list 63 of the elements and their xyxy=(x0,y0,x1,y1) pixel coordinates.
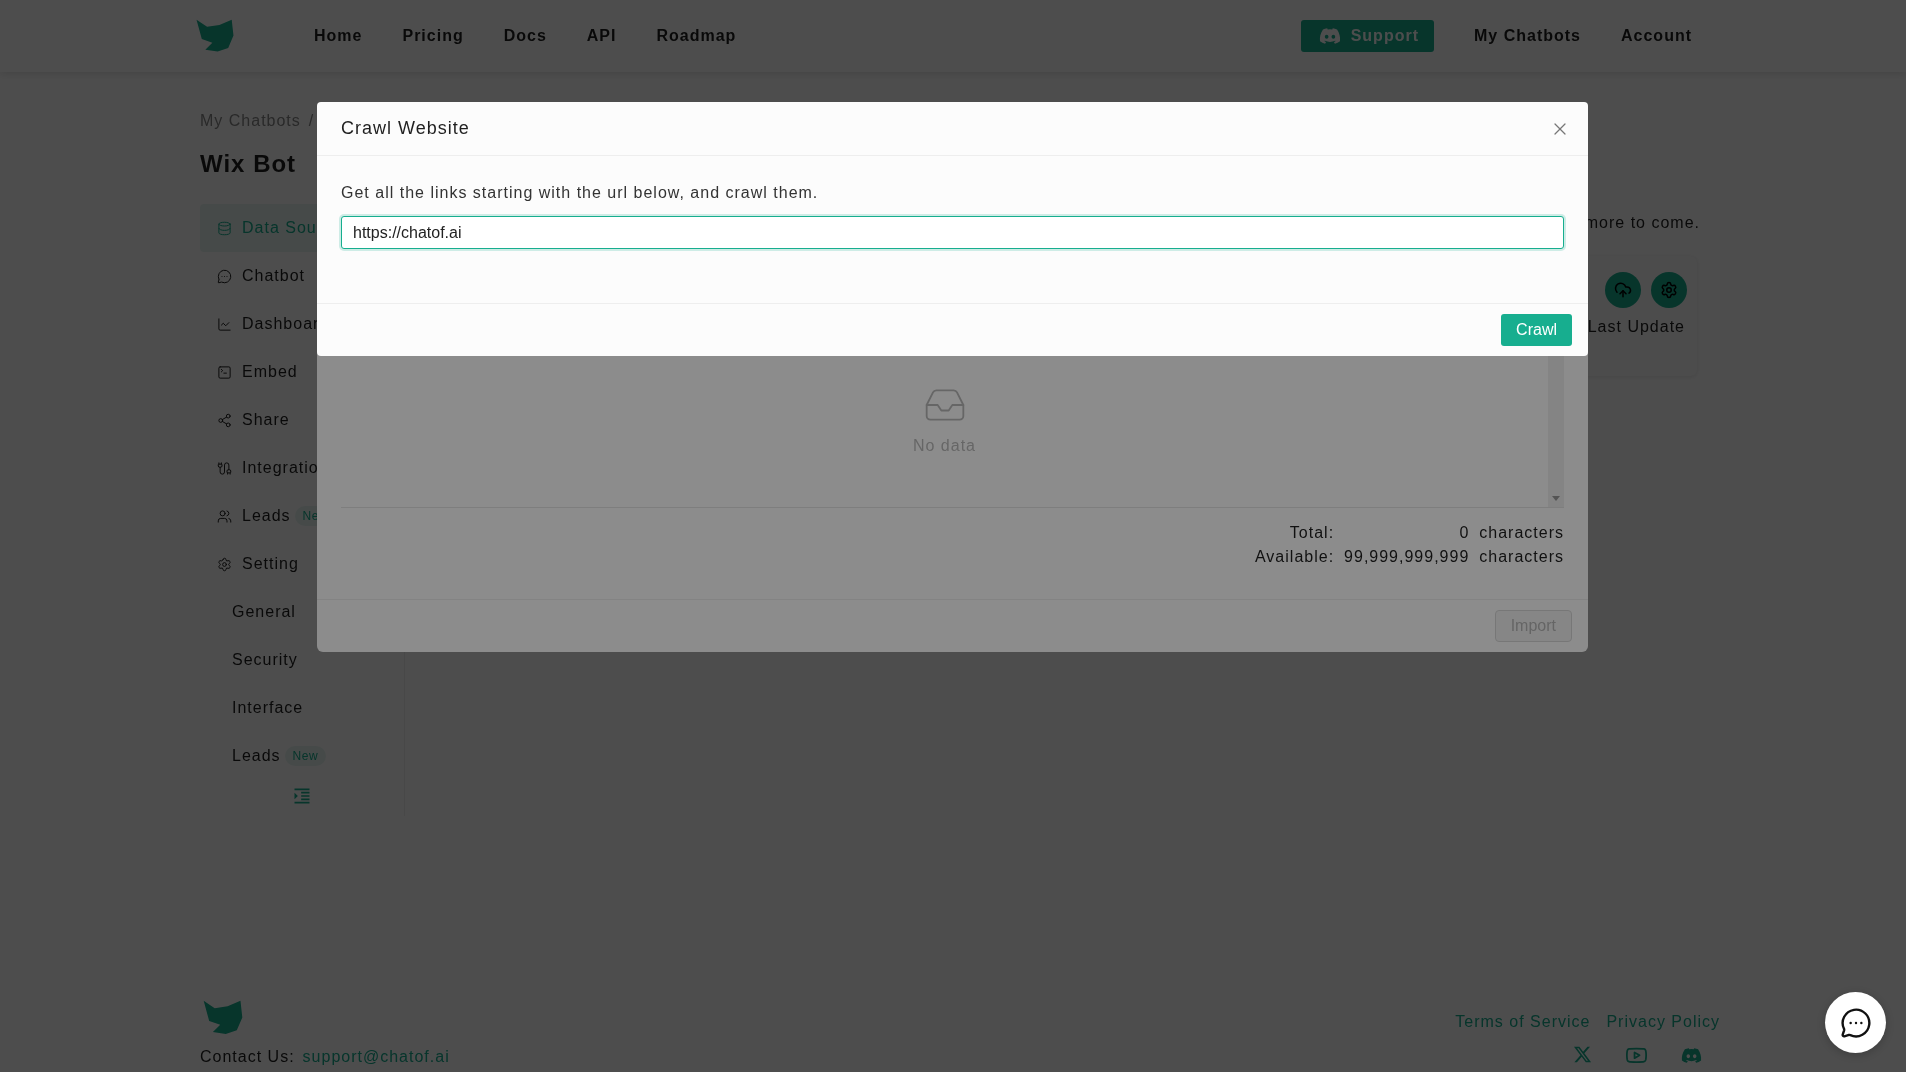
sidebar-item-label: Setting xyxy=(242,555,299,573)
dialog-title: Crawl Website xyxy=(341,118,470,139)
sidebar-item-label: Dashboar xyxy=(242,315,320,333)
new-badge: New xyxy=(284,746,327,766)
collapse-sidebar-button[interactable] xyxy=(292,786,312,806)
sidebar-item-icon xyxy=(217,460,232,476)
contact-label: Contact Us: xyxy=(200,1048,295,1066)
sidebar-item-icon xyxy=(217,268,232,284)
nav-link[interactable]: Pricing xyxy=(402,27,464,45)
footer-link[interactable]: Terms of Service xyxy=(1455,1013,1591,1031)
total-label: Available: xyxy=(1255,548,1335,566)
dialog-description: Get all the links starting with the url below, and crawl them. xyxy=(341,184,820,202)
sidebar-item[interactable]: Setting xyxy=(200,540,404,588)
sidebar-item[interactable]: Integratio xyxy=(200,444,404,492)
sidebar-item[interactable]: Share xyxy=(200,396,404,444)
upload-button[interactable] xyxy=(1605,272,1641,308)
crawl-button[interactable]: Crawl xyxy=(1501,314,1572,346)
video-play-icon[interactable] xyxy=(1626,1045,1647,1066)
page-title: Wix Bot xyxy=(200,150,298,179)
total-unit: characters xyxy=(1479,524,1564,542)
sidebar-item-label: Leads xyxy=(232,747,281,765)
nav-link[interactable]: Account xyxy=(1621,27,1692,45)
sidebar-item-icon xyxy=(217,508,232,524)
nav-link[interactable]: Docs xyxy=(503,27,547,45)
cloud-upload-icon xyxy=(1614,281,1632,299)
sidebar-item-label: Interface xyxy=(232,699,304,717)
settings-button[interactable] xyxy=(1651,272,1687,308)
total-label: Total: xyxy=(1288,524,1335,542)
sidebar-item-icon xyxy=(217,316,232,332)
nav-link[interactable]: API xyxy=(586,27,617,45)
total-value: 0 xyxy=(1458,524,1470,542)
sidebar-item-label: Chatbot xyxy=(242,267,306,285)
total-value: 99,999,999,999 xyxy=(1344,548,1470,566)
nav-link[interactable]: Home xyxy=(314,27,363,45)
sidebar-item-icon xyxy=(217,364,232,380)
sidebar-item-label: Security xyxy=(232,651,298,669)
sidebar-item[interactable]: Embed xyxy=(200,348,404,396)
email-link[interactable]: support@chatof.ai xyxy=(302,1048,450,1066)
sidebar-item-label: Share xyxy=(242,411,290,429)
gamepad-logo-icon[interactable] xyxy=(1681,1045,1702,1066)
sidebar-item[interactable]: Dashboar xyxy=(200,300,404,348)
chat-bubble-icon xyxy=(1839,1006,1872,1039)
sidebar-item-label: Data Sou xyxy=(242,219,317,237)
sidebar-item-icon xyxy=(217,220,232,236)
sidebar-item-icon xyxy=(217,412,232,428)
sidebar-subitem[interactable]: Leads New xyxy=(200,732,404,780)
sidebar-item-label: Integratio xyxy=(242,459,319,477)
card-label: Last Update xyxy=(1587,318,1685,336)
breadcrumb-separator: / xyxy=(308,112,315,130)
sidebar-item-label: Leads xyxy=(242,507,291,525)
nav-link[interactable]: Roadmap xyxy=(656,27,737,45)
sidebar-subitem[interactable]: Interface xyxy=(200,684,404,732)
support-button[interactable]: Support xyxy=(1300,20,1434,52)
footer-link[interactable]: Privacy Policy xyxy=(1606,1013,1720,1031)
nav-link[interactable]: My Chatbots xyxy=(1474,27,1581,45)
sidebar-item-icon xyxy=(217,556,232,572)
sidebar-item[interactable]: Chatbot xyxy=(200,252,404,300)
sidebar-item-label: General xyxy=(232,603,296,621)
settings-icon xyxy=(1660,281,1678,299)
sidebar-subitem[interactable]: Security xyxy=(200,636,404,684)
total-unit: characters xyxy=(1479,548,1564,566)
sidebar-item-label: Embed xyxy=(242,363,298,381)
url-input-field[interactable]: https://chatof.ai xyxy=(341,216,1564,249)
